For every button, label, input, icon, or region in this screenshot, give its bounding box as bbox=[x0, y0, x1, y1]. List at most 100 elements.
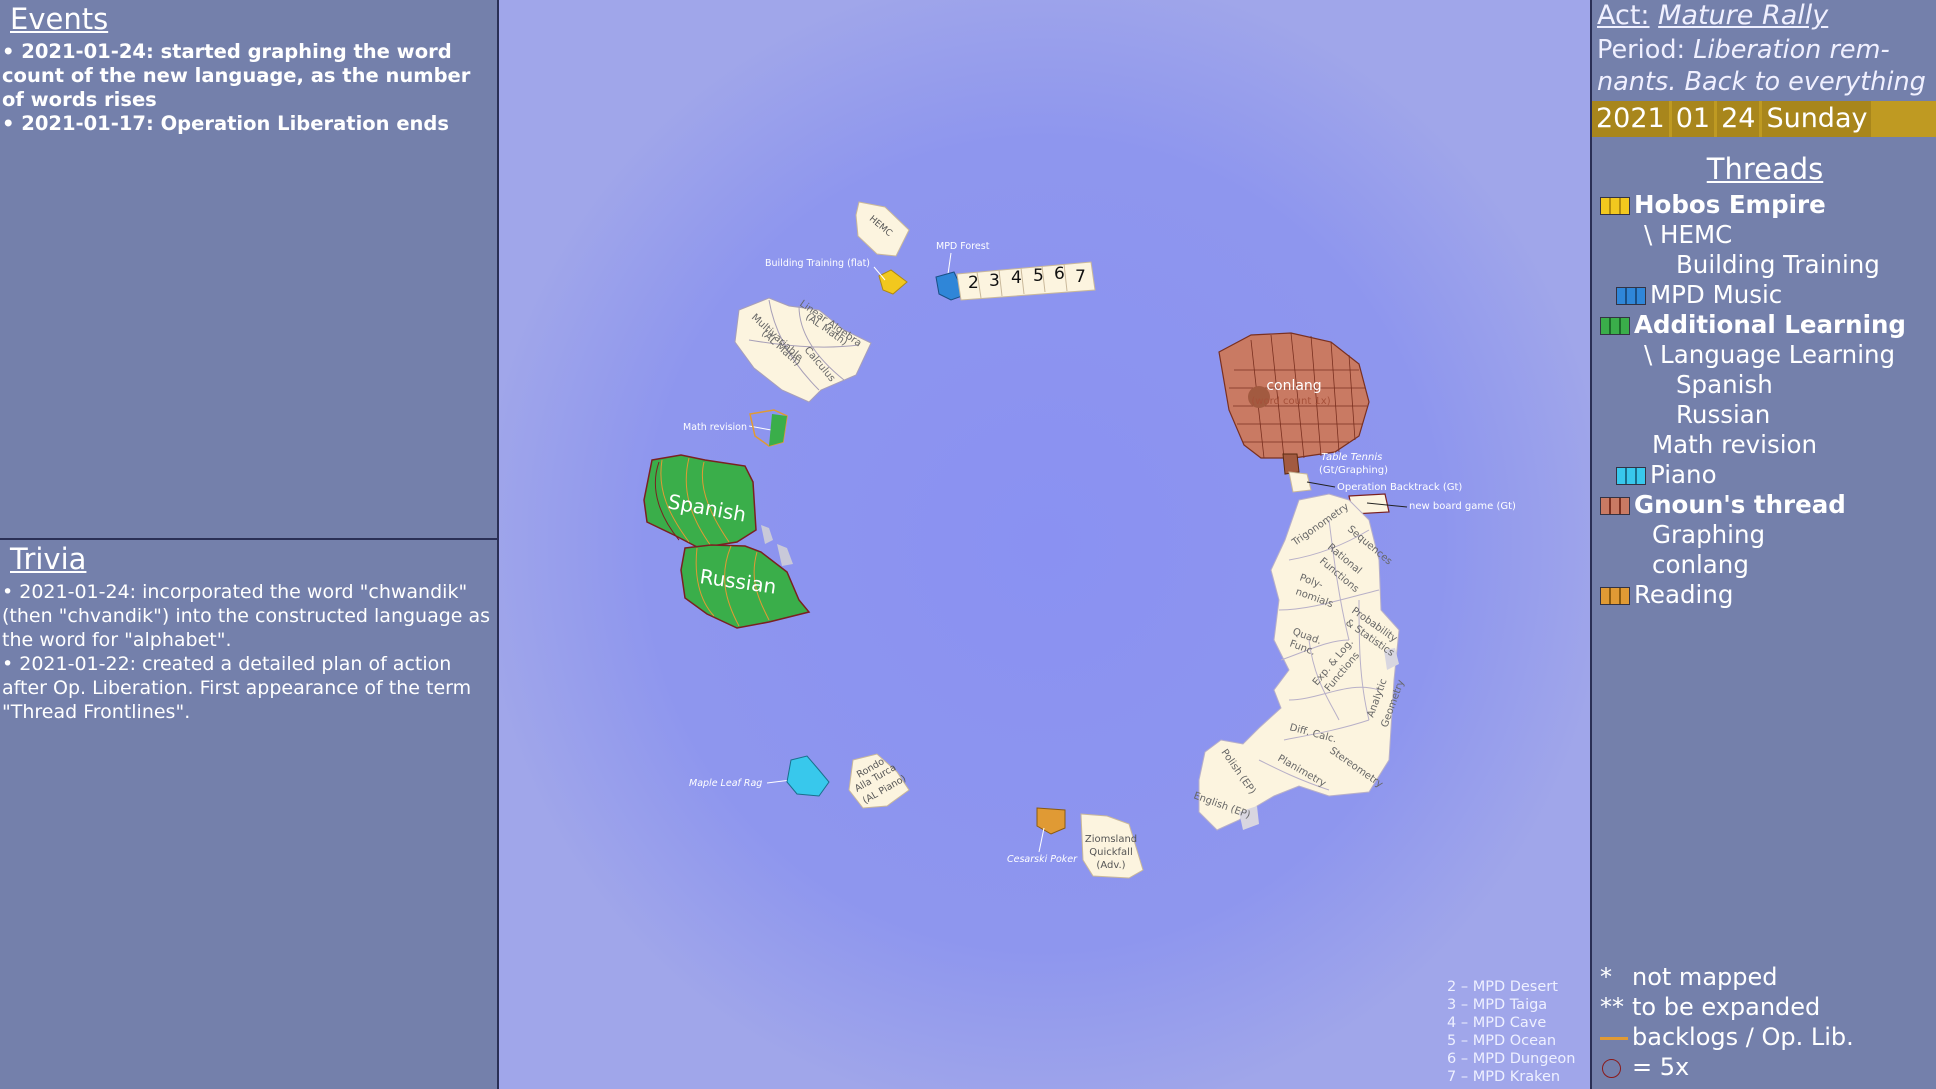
conlang-label: conlang bbox=[1266, 378, 1321, 394]
operation-backtrack-label: Operation Backtrack (Gt) bbox=[1337, 482, 1462, 493]
orange-swatch-icon bbox=[1600, 587, 1630, 605]
trivia-item: • 2021-01-24: incorporated the word "chw… bbox=[2, 581, 491, 651]
act-label: Act: bbox=[1597, 0, 1650, 31]
thread-label: \ HEMC bbox=[1644, 220, 1733, 249]
green-swatch-icon bbox=[1600, 317, 1630, 335]
ziomsland-label: Ziomsland bbox=[1085, 834, 1137, 845]
date-weekday: Sunday bbox=[1762, 101, 1872, 137]
maple-leaf-region bbox=[786, 755, 830, 797]
legend-not-mapped: * not mapped bbox=[1600, 962, 1854, 992]
legend-text: to be expanded bbox=[1632, 993, 1821, 1021]
date-year: 2021 bbox=[1592, 101, 1669, 137]
mpd-number: 2 bbox=[968, 273, 979, 293]
operation-backtrack-leader bbox=[1306, 481, 1336, 488]
event-item: • 2021-01-17: Operation Liberation ends bbox=[2, 112, 449, 135]
thread-language-learning: \ Language Learning bbox=[1600, 340, 1936, 370]
mpd-forest-leader bbox=[947, 252, 952, 275]
thread-label: \ Language Learning bbox=[1644, 340, 1896, 369]
thread-label: Building Training bbox=[1676, 250, 1880, 279]
thread-spanish: Spanish bbox=[1600, 370, 1936, 400]
math-revision-fill bbox=[769, 414, 787, 446]
mpd-number: 5 bbox=[1033, 266, 1044, 286]
thread-label: Hobos Empire bbox=[1634, 190, 1826, 219]
mpd-number: 4 bbox=[1011, 268, 1022, 288]
mpd-legend-item: 4 – MPD Cave bbox=[1447, 1015, 1547, 1031]
thread-map: HEMC Building Training (flat) MPD Forest… bbox=[499, 0, 1590, 1089]
date-bar: 2021 01 24 Sunday bbox=[1592, 101, 1936, 137]
thread-additional-learning: Additional Learning bbox=[1600, 310, 1936, 340]
thread-mpd-music: MPD Music bbox=[1600, 280, 1936, 310]
building-training-region bbox=[878, 269, 908, 295]
math-revision-label: Math revision bbox=[683, 422, 747, 433]
mpd-number: 6 bbox=[1054, 264, 1065, 284]
mpd-legend: 2 – MPD Desert 3 – MPD Taiga 4 – MPD Cav… bbox=[1447, 978, 1575, 1086]
events-list: • 2021-01-24: started graphing the word … bbox=[0, 40, 497, 136]
trivia-panel: Trivia • 2021-01-24: incorporated the wo… bbox=[0, 540, 497, 1089]
legend-text: not mapped bbox=[1632, 963, 1778, 991]
threads-title: Threads bbox=[1706, 152, 1824, 186]
trivia-item: • 2021-01-22: created a detailed plan of… bbox=[2, 653, 472, 723]
thread-hobos-empire: Hobos Empire bbox=[1600, 190, 1936, 220]
table-tennis-region bbox=[1282, 453, 1300, 475]
orange-line-icon bbox=[1600, 1036, 1628, 1040]
right-panel: Act: Mature Rally Period: Liberation rem… bbox=[1590, 0, 1936, 1089]
thread-label: Reading bbox=[1634, 580, 1734, 609]
table-tennis-label: Table Tennis bbox=[1321, 452, 1382, 463]
thread-label: conlang bbox=[1652, 550, 1749, 579]
thread-label: Additional Learning bbox=[1634, 310, 1906, 339]
brown-swatch-icon bbox=[1600, 497, 1630, 515]
ziomsland-label: Quickfall bbox=[1089, 847, 1132, 858]
cyan-swatch-icon bbox=[1616, 467, 1646, 485]
threads-list: Hobos Empire \ HEMC Building Training MP… bbox=[1600, 190, 1936, 610]
conlang-sub: (word count 1x) bbox=[1251, 396, 1330, 407]
thread-label: Piano bbox=[1650, 460, 1717, 489]
mpd-number: 7 bbox=[1075, 267, 1086, 287]
thread-piano: Piano bbox=[1600, 460, 1936, 490]
blue-swatch-icon bbox=[1616, 287, 1646, 305]
thread-building-training: Building Training bbox=[1600, 250, 1936, 280]
spanish-backlog-patch bbox=[777, 544, 793, 566]
thread-label: MPD Music bbox=[1650, 280, 1783, 309]
thread-hemc: \ HEMC bbox=[1600, 220, 1936, 250]
thread-label: Russian bbox=[1676, 400, 1771, 429]
legend-backlogs: backlogs / Op. Lib. bbox=[1600, 1022, 1854, 1052]
thread-graphing: Graphing bbox=[1600, 520, 1936, 550]
events-panel: Events • 2021-01-24: started graphing th… bbox=[0, 0, 497, 540]
act-value: Mature Rally bbox=[1658, 0, 1829, 31]
building-training-label: Building Training (flat) bbox=[765, 258, 870, 269]
mpd-number: 3 bbox=[989, 271, 1000, 291]
event-item: • 2021-01-24: started graphing the word … bbox=[2, 40, 471, 111]
thread-label: Spanish bbox=[1676, 370, 1773, 399]
maple-leaf-label: Maple Leaf Rag bbox=[689, 778, 762, 789]
thread-reading: Reading bbox=[1600, 580, 1936, 610]
date-month: 01 bbox=[1671, 101, 1715, 137]
left-panel: Events • 2021-01-24: started graphing th… bbox=[0, 0, 499, 1089]
thread-label: Gnoun's thread bbox=[1634, 490, 1846, 519]
spanish-backlog-patch bbox=[761, 525, 773, 544]
trivia-list: • 2021-01-24: incorporated the word "chw… bbox=[0, 580, 497, 724]
mpd-legend-item: 3 – MPD Taiga bbox=[1447, 997, 1548, 1013]
date-day: 24 bbox=[1717, 101, 1760, 137]
new-board-game-label: new board game (Gt) bbox=[1409, 501, 1516, 512]
mpd-legend-item: 5 – MPD Ocean bbox=[1447, 1033, 1557, 1049]
thread-math-revision: Math revision bbox=[1600, 430, 1936, 460]
thread-label: Math revision bbox=[1652, 430, 1818, 459]
mpd-legend-item: 2 – MPD Desert bbox=[1447, 979, 1558, 995]
ziomsland-label: (Adv.) bbox=[1096, 860, 1125, 871]
events-title: Events bbox=[10, 2, 109, 36]
thread-russian: Russian bbox=[1600, 400, 1936, 430]
map-legend: * not mapped ** to be expanded backlogs / … bbox=[1600, 962, 1854, 1082]
cesarski-leader bbox=[1038, 827, 1045, 853]
trivia-title: Trivia bbox=[10, 542, 87, 576]
thread-label: Graphing bbox=[1652, 520, 1766, 549]
mpd-legend-item: 6 – MPD Dungeon bbox=[1447, 1051, 1576, 1067]
cesarski-region bbox=[1036, 807, 1066, 835]
yellow-swatch-icon bbox=[1600, 197, 1630, 215]
cesarski-label: Cesarski Poker bbox=[1007, 854, 1078, 865]
legend-text: = 5x bbox=[1632, 1053, 1690, 1081]
legend-text: backlogs / Op. Lib. bbox=[1632, 1023, 1854, 1051]
period-label: Period: bbox=[1597, 35, 1686, 65]
thread-conlang: conlang bbox=[1600, 550, 1936, 580]
map-canvas: HEMC Building Training (flat) MPD Forest… bbox=[643, 201, 1516, 879]
circle-icon bbox=[1602, 1058, 1621, 1078]
